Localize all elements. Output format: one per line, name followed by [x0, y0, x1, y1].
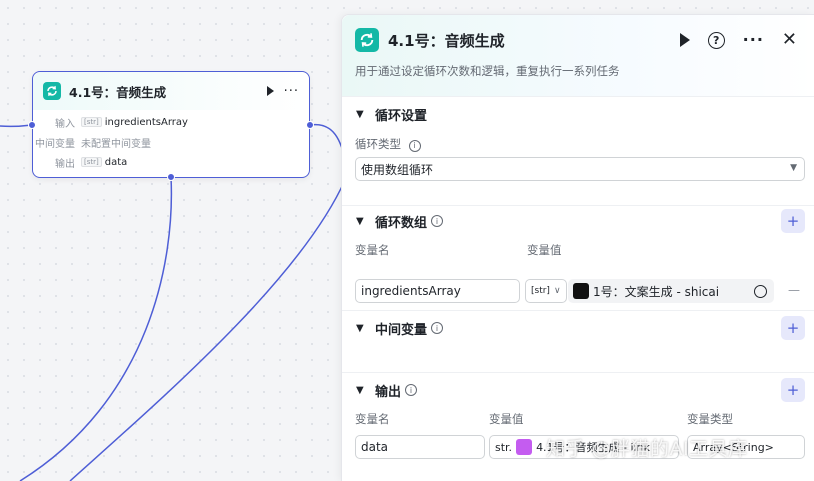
node-input-row: 输入 [str] ingredientsArray — [33, 112, 309, 132]
add-icon[interactable]: + — [781, 378, 805, 402]
loop-type-label: 循环类型 i — [355, 136, 421, 152]
section-title: 循环设置 — [375, 108, 428, 124]
var-value-header: 变量值 — [489, 412, 524, 426]
node-avatar-icon — [516, 439, 533, 455]
type-tag: [str] — [81, 117, 102, 127]
input-label: 输入 — [55, 118, 75, 130]
loop-type-value: 使用数组循环 — [361, 162, 434, 177]
node-output-row: 输出 [str] data — [33, 152, 309, 172]
info-icon[interactable]: i — [405, 384, 418, 396]
ref-value-input[interactable]: 1号：文案生成 - shicai — [568, 279, 774, 303]
run-icon[interactable] — [679, 33, 690, 47]
type-tag: [str] — [81, 157, 102, 167]
chevron-down-icon[interactable]: ▼ — [356, 385, 370, 396]
intermediate-value: 未配置中间变量 — [81, 138, 151, 150]
chevron-down-icon[interactable]: ▼ — [356, 216, 370, 227]
node-header: 4.1号：音频生成 ··· — [33, 72, 309, 110]
loop-type-select[interactable]: 使用数组循环 ▼ — [355, 157, 805, 181]
section-title: 输出 — [375, 384, 402, 400]
var-type-header: 变量类型 — [687, 412, 733, 426]
node-title: 4.1号：音频生成 — [69, 84, 167, 100]
chevron-down-icon[interactable]: ▼ — [356, 109, 370, 120]
section-title: 中间变量 — [375, 322, 428, 338]
loop-var-name: ingredientsArray — [361, 284, 461, 298]
var-type: str. — [495, 440, 513, 454]
close-icon[interactable]: ✕ — [782, 31, 797, 49]
remove-icon[interactable]: — — [788, 283, 800, 297]
output-var-name: data — [361, 440, 389, 454]
intermediate-section: ▼ 中间变量 i + — [342, 311, 814, 373]
chevron-down-icon: ∨ — [553, 286, 561, 296]
output-section: ▼ 输出 i + 变量名 变量值 变量类型 data str. 4.1号：音频生… — [342, 373, 814, 481]
add-icon[interactable]: + — [781, 316, 805, 340]
loop-var-name-input[interactable]: ingredientsArray — [355, 279, 520, 303]
node-intermediate-row: 中间变量 未配置中间变量 — [33, 132, 309, 152]
intermediate-label: 中间变量 — [35, 138, 75, 150]
node-avatar-icon — [573, 283, 589, 299]
output-var-name-input[interactable]: data — [355, 435, 485, 459]
output-value: data — [104, 156, 128, 168]
play-icon[interactable] — [266, 86, 274, 96]
info-icon[interactable]: i — [431, 322, 444, 334]
output-header[interactable]: ▼ 输出 i — [342, 379, 814, 401]
loop-array-header[interactable]: ▼ 循环数组 i — [342, 210, 814, 232]
info-icon[interactable]: i — [408, 139, 421, 152]
intermediate-header[interactable]: ▼ 中间变量 i — [342, 317, 814, 339]
var-type-select[interactable]: [str] ∨ — [525, 279, 567, 303]
info-icon[interactable]: i — [431, 215, 444, 227]
panel-description: 用于通过设定循环次数和逻辑，重复执行一系列任务 — [355, 64, 620, 78]
chevron-down-icon: ▼ — [790, 163, 797, 173]
loop-settings-header[interactable]: ▼ 循环设置 — [342, 103, 814, 125]
loop-settings-section: ▼ 循环设置 循环类型 i 使用数组循环 ▼ — [342, 97, 814, 206]
add-icon[interactable]: + — [781, 209, 805, 233]
loop-array-section: ▼ 循环数组 i + 变量名 变量值 ingredientsArray [str… — [342, 206, 814, 311]
panel-header: 4.1号：音频生成 ? ··· ✕ 用于通过设定循环次数和逻辑，重复执行一系列任… — [342, 15, 814, 97]
loop-body-port[interactable] — [167, 173, 175, 181]
input-value: ingredientsArray — [104, 116, 188, 128]
output-port[interactable] — [306, 121, 314, 129]
help-icon[interactable]: ? — [707, 31, 725, 49]
output-label: 输出 — [55, 158, 75, 170]
loop-node[interactable]: 4.1号：音频生成 ··· 输入 [str] ingredientsArray … — [32, 71, 310, 178]
panel-title[interactable]: 4.1号：音频生成 — [388, 30, 505, 51]
section-title: 循环数组 — [375, 215, 428, 231]
chevron-down-icon[interactable]: ▼ — [356, 323, 370, 334]
more-icon[interactable]: ··· — [743, 32, 764, 48]
loop-icon — [355, 28, 379, 52]
input-port[interactable] — [28, 121, 36, 129]
loop-icon — [43, 82, 61, 100]
var-value-header: 变量值 — [527, 243, 562, 257]
var-type: [str] — [531, 286, 550, 296]
ref-value: 1号：文案生成 - shicai — [593, 284, 720, 299]
watermark: 知乎 @胖猫的AI工具库 — [546, 438, 748, 460]
var-name-header: 变量名 — [355, 243, 390, 257]
node-config-panel: 4.1号：音频生成 ? ··· ✕ 用于通过设定循环次数和逻辑，重复执行一系列任… — [341, 14, 814, 481]
target-icon[interactable] — [754, 285, 767, 298]
more-icon[interactable]: ··· — [284, 85, 299, 98]
var-name-header: 变量名 — [355, 412, 390, 426]
